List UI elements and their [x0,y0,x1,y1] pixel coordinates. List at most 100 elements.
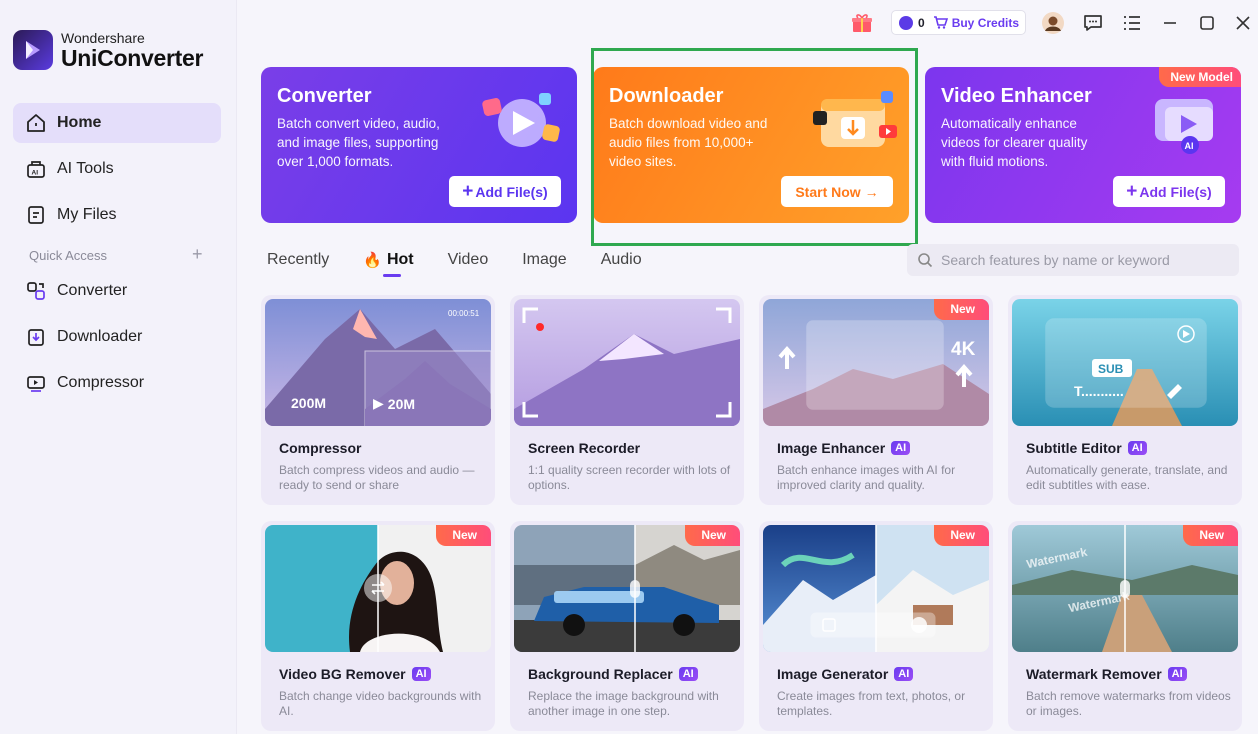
sidebar-item-home[interactable]: Home [13,103,221,143]
hero-description: Automatically enhance videos for clearer … [941,116,1088,169]
close-icon[interactable] [1230,10,1256,36]
sidebar-item-label: AI Tools [57,160,114,177]
card-description: Batch change video backgrounds with AI. [279,689,482,718]
card-description: Create images from text, photos, or temp… [777,689,966,718]
background-replacer-thumbnail: New [514,525,740,652]
new-badge: New [1183,525,1238,546]
menu-icon[interactable] [1119,10,1145,36]
card-title: Background Replacer AI [528,666,698,682]
image-generator-thumbnail: New [763,525,989,652]
sidebar-item-label: Home [57,114,102,131]
compressor-thumbnail: 00:00:51 200M ▶ 20M [265,299,491,426]
card-title: Subtitle Editor AI [1026,440,1147,456]
sidebar-item-ai-tools[interactable]: AI AI Tools [13,149,221,189]
feature-card-watermark-remover[interactable]: Watermark Watermark New Watermark Remove… [1008,521,1242,731]
fire-icon: 🔥 [363,252,382,269]
compressor-icon [27,376,45,392]
new-model-badge: New Model [1159,67,1241,87]
buy-credits-label: Buy Credits [951,15,1020,30]
sidebar-item-compressor[interactable]: Compressor [13,363,221,403]
feature-card-image-generator[interactable]: New Image Generator AI Create images from… [759,521,993,731]
new-badge: New [685,525,740,546]
card-description: Batch remove watermarks from videos or i… [1026,689,1231,718]
video-enhancer-add-files-button[interactable]: + Add File(s) [1113,176,1225,207]
compressed-size: ▶ 20M [373,395,416,412]
card-title: Screen Recorder [528,440,641,456]
feature-card-screen-recorder[interactable]: Screen Recorder 1:1 quality screen recor… [510,295,744,505]
tab-audio[interactable]: Audio [601,251,642,269]
svg-text:AI: AI [1185,141,1194,151]
converter-hero-card[interactable]: Converter Batch convert video, audio, and… [261,67,577,223]
highlight-rectangle [591,48,918,246]
feature-card-background-replacer[interactable]: New Background Replacer AI Replace the im… [510,521,744,731]
play-arrow-icon: ▶ [373,395,384,411]
converter-add-files-button[interactable]: + Add File(s) [449,176,561,207]
buy-credits-button[interactable]: Buy Credits [933,16,1019,30]
ai-badge: AI [678,667,698,681]
ai-badge: AI [1167,667,1187,681]
tab-video[interactable]: Video [448,251,489,269]
sidebar-item-converter[interactable]: Converter [13,271,221,311]
sidebar-item-label: My Files [57,206,117,223]
ai-tools-icon: AI [27,161,45,178]
search-box [907,244,1239,276]
video-bg-remover-thumbnail: New [265,525,491,652]
video-duration: 00:00:51 [448,309,480,318]
plus-icon: + [462,180,474,202]
cart-icon [933,16,948,29]
files-icon [28,206,44,224]
screen-recorder-thumbnail [514,299,740,426]
sidebar: Wondershare UniConverter Home AI AI Tool… [0,0,237,734]
credit-coin-icon [899,15,913,30]
brand-product: UniConverter [61,44,204,71]
feature-card-subtitle-editor[interactable]: SUB T........... Subtitle Editor AI Autom… [1008,295,1242,505]
card-description: Batch enhance images with AI for improve… [777,463,956,492]
new-badge: New [436,525,491,546]
search-icon [918,253,933,268]
resolution-label: 4K [951,339,976,360]
hero-title: Video Enhancer [941,85,1092,107]
add-quick-access-icon[interactable]: + [192,244,203,265]
feature-card-compressor[interactable]: 00:00:51 200M ▶ 20M Compressor Batch comp… [261,295,495,505]
tab-image[interactable]: Image [522,251,566,269]
video-enhancer-hero-card[interactable]: New Model Video Enhancer Automatically e… [925,67,1241,223]
feature-tabs: Recently 🔥 Hot Video Image Audio [267,251,676,277]
subtitle-text: T........... [1074,383,1124,399]
new-badge: New [934,525,989,546]
feedback-icon[interactable] [1080,10,1106,36]
original-size: 200M [291,395,327,411]
svg-text:AI: AI [32,170,39,177]
hero-title: Converter [277,85,372,107]
feature-card-video-bg-remover[interactable]: New Video BG Remover AI Batch change vide… [261,521,495,731]
card-title: Watermark Remover AI [1026,666,1187,682]
card-title: Video BG Remover AI [279,666,431,682]
avatar[interactable] [1040,10,1066,36]
sidebar-item-my-files[interactable]: My Files [13,195,221,235]
tab-hot[interactable]: 🔥 Hot [363,251,414,277]
home-icon [27,114,45,132]
card-description: Automatically generate, translate, and e… [1026,463,1228,492]
image-enhancer-thumbnail: 4K New [763,299,989,426]
sidebar-item-label: Downloader [57,328,143,345]
ai-badge: AI [1127,441,1147,455]
subtitle-editor-thumbnail: SUB T........... [1012,299,1238,426]
card-description: Batch compress videos and audio — ready … [279,463,475,492]
uniconverter-logo-icon [13,30,53,70]
maximize-icon[interactable] [1194,10,1220,36]
tab-recently[interactable]: Recently [267,251,329,269]
minimize-icon[interactable] [1157,10,1183,36]
gift-icon[interactable] [849,10,875,36]
search-input[interactable] [941,252,1231,268]
watermark-remover-thumbnail: Watermark Watermark New [1012,525,1238,652]
converter-play-icon [482,93,560,147]
card-title: Compressor [279,440,362,456]
card-description: 1:1 quality screen recorder with lots of… [528,463,731,492]
feature-card-image-enhancer[interactable]: 4K New Image Enhancer AI Batch enhance im… [759,295,993,505]
converter-icon [27,282,45,300]
hero-description: Batch convert video, audio, and image fil… [277,116,440,169]
sidebar-item-label: Compressor [57,374,145,391]
quick-access-label: Quick Access [29,248,108,263]
brand: Wondershare UniConverter [13,30,203,70]
downloader-icon [28,329,44,346]
sidebar-item-downloader[interactable]: Downloader [13,317,221,357]
